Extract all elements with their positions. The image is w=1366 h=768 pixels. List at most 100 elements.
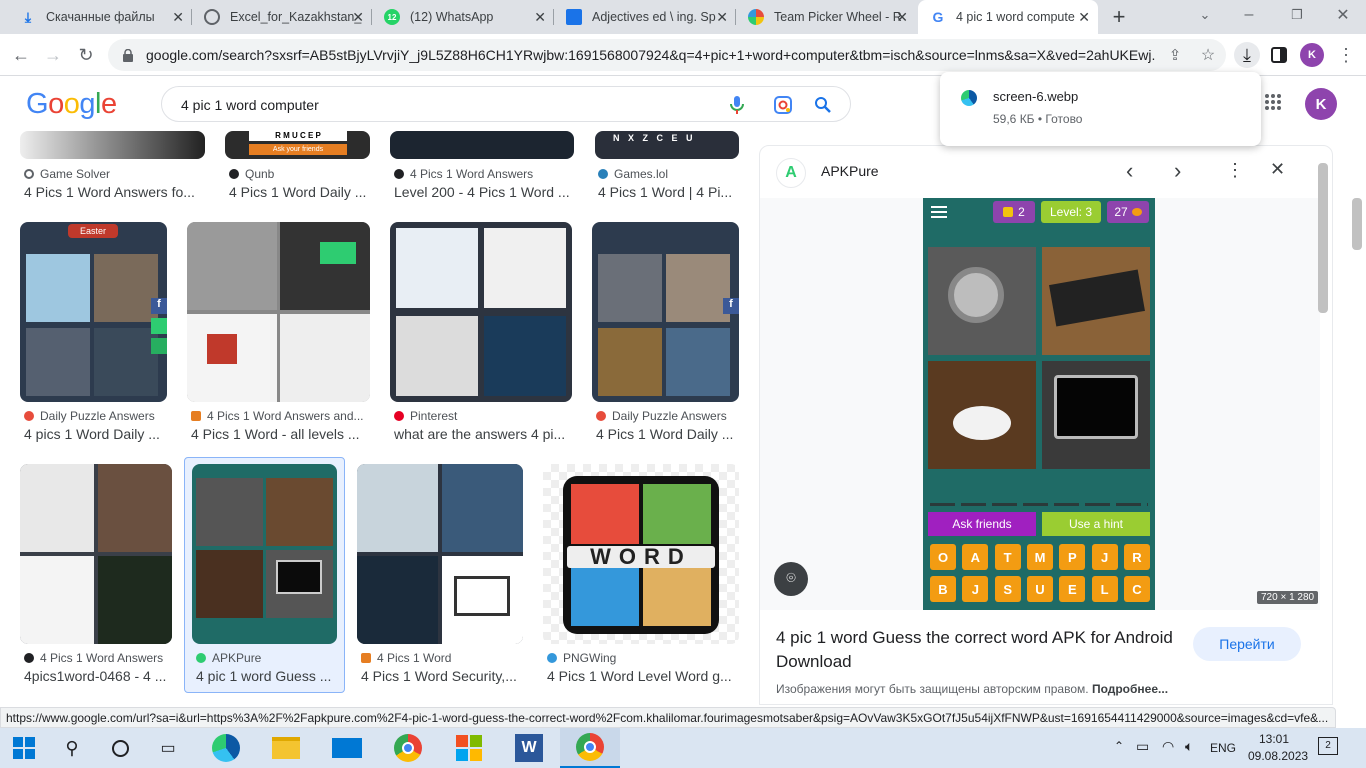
edge-icon[interactable] xyxy=(202,728,250,768)
tab-team-picker[interactable]: Team Picker Wheel - R ✕ xyxy=(736,0,916,34)
result-thumbnail[interactable] xyxy=(187,222,370,402)
result-title[interactable]: 4 Pics 1 Word Daily ... xyxy=(229,184,369,200)
file-explorer-icon[interactable] xyxy=(262,728,310,768)
result-source[interactable]: 4 Pics 1 Word Answers xyxy=(24,651,163,665)
language-indicator[interactable]: ENG xyxy=(1210,741,1236,755)
tab-excel[interactable]: Excel_for_Kazakhstan_ ✕ xyxy=(192,0,372,34)
bookmark-star-icon[interactable]: ☆ xyxy=(1195,42,1221,68)
more-menu-icon[interactable]: ⋮ xyxy=(1333,42,1359,68)
show-hidden-icons[interactable]: ⌃ xyxy=(1114,739,1124,753)
clock-time[interactable]: 13:01 xyxy=(1248,732,1300,746)
result-thumbnail[interactable] xyxy=(192,464,337,644)
maximize-button[interactable]: ❐ xyxy=(1284,2,1310,28)
result-source[interactable]: Games.lol xyxy=(598,167,668,181)
reload-icon[interactable]: ↻ xyxy=(73,42,99,68)
learn-more-link[interactable]: Подробнее... xyxy=(1092,682,1168,696)
mic-icon[interactable] xyxy=(730,95,744,115)
address-bar[interactable]: google.com/search?sxsrf=AB5stBjyLVrvjiY_… xyxy=(108,39,1226,71)
close-icon[interactable]: ✕ xyxy=(1078,9,1090,26)
apps-grid-icon[interactable] xyxy=(1265,94,1281,110)
download-filename[interactable]: screen-6.webp xyxy=(993,89,1078,104)
wifi-icon[interactable]: ◠ xyxy=(1162,738,1174,755)
window-close-button[interactable]: ✕ xyxy=(1330,2,1356,28)
result-source[interactable]: Game Solver xyxy=(24,167,110,181)
result-thumbnail[interactable]: N X Z C E U xyxy=(595,131,739,159)
result-source[interactable]: 4 Pics 1 Word Answers and... xyxy=(191,409,364,423)
chrome-active-taskbar-icon[interactable] xyxy=(560,728,620,768)
search-box[interactable]: 4 pic 1 word computer xyxy=(161,86,851,122)
panel-source[interactable]: APKPure xyxy=(821,163,879,179)
google-logo[interactable]: Google xyxy=(26,88,117,121)
search-query[interactable]: 4 pic 1 word computer xyxy=(181,97,319,113)
result-thumbnail[interactable] xyxy=(20,464,172,644)
result-thumbnail[interactable]: f xyxy=(592,222,739,402)
preview-image[interactable]: 2 Level: 3 27 Ask friends Use a hint OAT… xyxy=(923,198,1155,610)
result-thumbnail[interactable] xyxy=(20,131,205,159)
result-source[interactable]: Pinterest xyxy=(394,409,457,423)
result-title[interactable]: 4 Pics 1 Word Daily ... xyxy=(596,426,738,442)
lens-search-icon[interactable]: ⌾ xyxy=(774,562,808,596)
minimize-button[interactable]: – xyxy=(1236,2,1262,28)
close-icon[interactable]: ✕ xyxy=(716,9,728,26)
tab-google-active[interactable]: G 4 pic 1 word compute ✕ xyxy=(918,0,1098,34)
result-source[interactable]: Qunb xyxy=(229,167,274,181)
close-icon[interactable]: ✕ xyxy=(172,9,184,26)
result-thumbnail[interactable] xyxy=(390,131,574,159)
prev-icon[interactable]: ‹ xyxy=(1126,158,1133,184)
network-icon[interactable]: ▭ xyxy=(1136,738,1149,755)
result-title[interactable]: what are the answers 4 pi... xyxy=(394,426,572,442)
visit-button[interactable]: Перейти xyxy=(1193,627,1301,661)
lens-icon[interactable] xyxy=(773,95,793,115)
result-thumbnail[interactable] xyxy=(390,222,572,402)
result-thumbnail[interactable]: WORD xyxy=(543,464,739,644)
close-icon[interactable]: ✕ xyxy=(534,9,546,26)
search-icon[interactable]: ⚲ xyxy=(48,728,96,768)
next-icon[interactable]: › xyxy=(1174,158,1181,184)
forward-arrow-icon[interactable]: → xyxy=(40,42,66,68)
page-scrollbar[interactable] xyxy=(1352,198,1362,250)
result-title[interactable]: 4 Pics 1 Word Answers fo... xyxy=(24,184,204,200)
store-icon[interactable] xyxy=(445,728,493,768)
result-source[interactable]: APKPure xyxy=(196,651,261,665)
close-panel-icon[interactable]: ✕ xyxy=(1270,159,1285,180)
result-thumbnail[interactable] xyxy=(357,464,523,644)
word-icon[interactable]: W xyxy=(505,728,553,768)
close-icon[interactable]: ✕ xyxy=(352,9,364,26)
result-source[interactable]: Daily Puzzle Answers xyxy=(24,409,155,423)
search-icon[interactable] xyxy=(814,96,832,114)
result-source[interactable]: 4 Pics 1 Word xyxy=(361,651,451,665)
clock-date[interactable]: 09.08.2023 xyxy=(1248,749,1308,763)
download-bubble[interactable]: screen-6.webp 59,6 КБ • Готово xyxy=(940,72,1261,146)
mail-icon[interactable] xyxy=(323,728,371,768)
result-title[interactable]: 4pics1word-0468 - 4 ... xyxy=(24,668,174,684)
panel-title[interactable]: 4 pic 1 word Guess the correct word APK … xyxy=(776,626,1176,674)
result-title[interactable]: 4 Pics 1 Word - all levels ... xyxy=(191,426,371,442)
windows-start-icon[interactable] xyxy=(0,728,48,768)
result-title[interactable]: 4 Pics 1 Word Security,... xyxy=(361,668,523,684)
result-title[interactable]: 4 pics 1 Word Daily ... xyxy=(24,426,166,442)
downloads-icon[interactable]: ⤓ xyxy=(1234,42,1260,68)
result-thumbnail[interactable]: R M U C E P Ask your friends xyxy=(225,131,370,159)
more-options-icon[interactable]: ⋮ xyxy=(1226,160,1244,181)
result-title[interactable]: 4 pic 1 word Guess ... xyxy=(196,668,338,684)
tab-whatsapp[interactable]: 12 (12) WhatsApp ✕ xyxy=(372,0,554,34)
tab-search-icon[interactable]: ⌄ xyxy=(1192,2,1218,28)
new-tab-button[interactable]: + xyxy=(1106,4,1132,30)
task-view-icon[interactable]: ▭ xyxy=(144,728,192,768)
back-arrow-icon[interactable]: ← xyxy=(8,42,34,68)
cortana-icon[interactable] xyxy=(96,728,144,768)
result-title[interactable]: Level 200 - 4 Pics 1 Word ... xyxy=(394,184,574,200)
notifications-icon[interactable]: 2 xyxy=(1318,737,1338,755)
close-icon[interactable]: ✕ xyxy=(896,9,908,26)
result-title[interactable]: 4 Pics 1 Word Level Word g... xyxy=(547,668,737,684)
result-source[interactable]: 4 Pics 1 Word Answers xyxy=(394,167,533,181)
result-title[interactable]: 4 Pics 1 Word | 4 Pi... xyxy=(598,184,738,200)
side-panel-icon[interactable] xyxy=(1266,42,1292,68)
volume-icon[interactable]: 🔈︎ xyxy=(1185,738,1193,755)
share-icon[interactable]: ⇪ xyxy=(1162,42,1188,68)
result-thumbnail[interactable]: Easter f xyxy=(20,222,167,402)
google-account-avatar[interactable]: K xyxy=(1305,88,1337,120)
profile-avatar[interactable]: K xyxy=(1300,43,1324,67)
tab-downloads[interactable]: ⤓ Скачанные файлы ✕ xyxy=(8,0,192,34)
tab-adjectives[interactable]: Adjectives ed \ ing. Sp ✕ xyxy=(554,0,736,34)
